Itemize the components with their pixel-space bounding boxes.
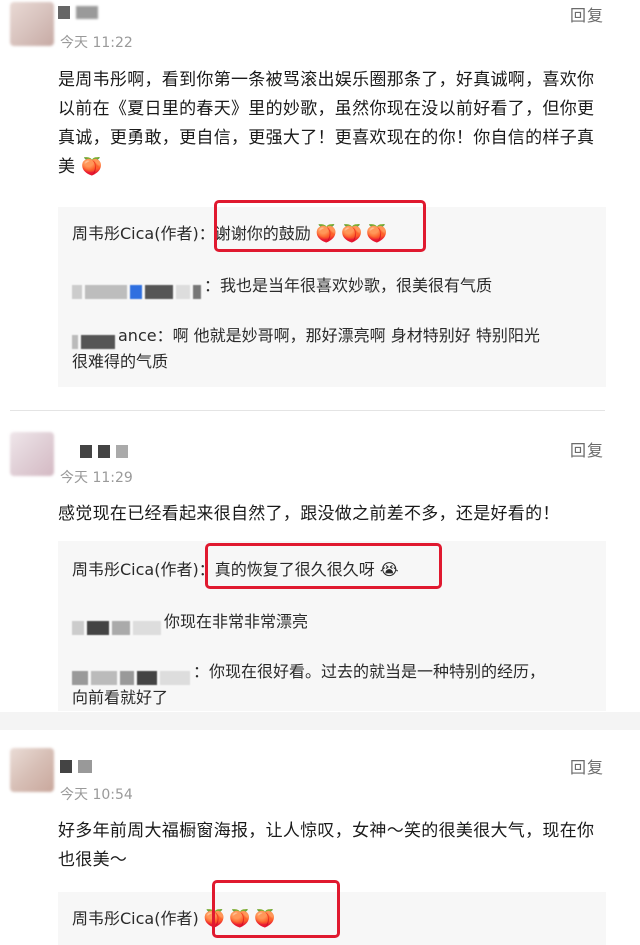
comment-time: 今天 11:29: [60, 470, 133, 486]
comment-text-line-tail: 美: [58, 157, 76, 177]
peach-emoji-icon: 🍑🍑🍑: [203, 909, 280, 929]
comment-text-line: 是周韦彤啊，看到你第一条被骂滚出娱乐圈那条了，好真诚啊，喜欢你: [58, 70, 595, 90]
comment-text: 好多年前周大福橱窗海报，让人惊叹，女神～笑的很美很大气，现在你 也很美～: [58, 817, 618, 875]
reply-author[interactable]: 周韦彤Cica(作者): [72, 224, 199, 243]
reply-text: 啊 他就是妙哥啊，那好漂亮啊 身材特别好 特别阳光: [172, 326, 540, 345]
divider: [10, 410, 605, 411]
reply-text: ：谢谢你的鼓励: [198, 224, 311, 243]
reply-author[interactable]: 周韦彤Cica(作者): [72, 560, 199, 579]
avatar[interactable]: [10, 432, 54, 476]
comment-text-line: 也很美～: [58, 850, 128, 870]
reply-text: 很难得的气质: [72, 352, 169, 371]
reply-separator: ：: [204, 276, 221, 295]
reply-separator: ance：: [118, 326, 173, 345]
reply-text: 向前看就好了: [72, 688, 169, 707]
reply-text: 你现在很好看。过去的就当是一种特别的经历，: [209, 662, 546, 681]
username-blurred[interactable]: [60, 760, 98, 774]
peach-emoji-icon: 🍑🍑🍑: [315, 224, 392, 244]
reply-thread: 周韦彤Cica(作者) 🍑🍑🍑: [58, 892, 606, 945]
peach-emoji-icon: 🍑: [81, 157, 103, 177]
reply-item[interactable]: 周韦彤Cica(作者) 🍑🍑🍑: [72, 906, 592, 932]
reply-item[interactable]: 你现在非常非常漂亮: [72, 609, 592, 635]
username-blurred[interactable]: [80, 445, 134, 459]
comment-time: 今天 10:54: [60, 787, 133, 803]
comment-text-line: 真诚，更勇敢，更自信，更强大了！更喜欢现在的你！你自信的样子真: [58, 128, 595, 148]
username-blurred[interactable]: [58, 6, 104, 20]
avatar[interactable]: [10, 748, 54, 792]
reply-item[interactable]: ：我也是当年很喜欢妙歌，很美很有气质: [72, 273, 592, 299]
comment-text: 感觉现在已经看起来很自然了，跟没做之前差不多，还是好看的！: [58, 504, 560, 524]
reply-separator: ：: [193, 662, 210, 681]
reply-button[interactable]: 回复: [570, 437, 604, 461]
comment-feed: 今天 11:22 回复 是周韦彤啊，看到你第一条被骂滚出娱乐圈那条了，好真诚啊，…: [0, 0, 640, 945]
reply-item[interactable]: 周韦彤Cica(作者)：谢谢你的鼓励 🍑🍑🍑: [72, 221, 592, 247]
avatar[interactable]: [10, 2, 54, 46]
crying-emoji-icon: 😭: [379, 560, 399, 579]
comment-time: 今天 11:22: [60, 35, 133, 51]
reply-button[interactable]: 回复: [570, 2, 604, 26]
reply-author-blurred[interactable]: [72, 329, 118, 349]
comment-text: 是周韦彤啊，看到你第一条被骂滚出娱乐圈那条了，好真诚啊，喜欢你 以前在《夏日里的…: [58, 66, 618, 182]
reply-author-blurred[interactable]: [72, 279, 204, 299]
reply-item[interactable]: ance：啊 他就是妙哥啊，那好漂亮啊 身材特别好 特别阳光 很难得的气质: [72, 323, 592, 375]
reply-thread: 周韦彤Cica(作者)：真的恢复了很久很久呀 😭 你现在非常非常漂亮 ：你现在很…: [58, 541, 606, 711]
reply-author-blurred[interactable]: [72, 615, 164, 635]
reply-author-blurred[interactable]: [72, 665, 193, 685]
reply-text: 我也是当年很喜欢妙歌，很美很有气质: [220, 276, 493, 295]
reply-author[interactable]: 周韦彤Cica(作者): [72, 909, 199, 928]
comment-text-line: 以前在《夏日里的春天》里的妙歌，虽然你现在没以前好看了，但你更: [58, 99, 595, 119]
reply-item[interactable]: ：你现在很好看。过去的就当是一种特别的经历， 向前看就好了: [72, 659, 592, 711]
reply-button[interactable]: 回复: [570, 754, 604, 778]
reply-text: ：真的恢复了很久很久呀: [198, 560, 375, 579]
comment-text-line: 好多年前周大福橱窗海报，让人惊叹，女神～笑的很美很大气，现在你: [58, 821, 595, 841]
reply-item[interactable]: 周韦彤Cica(作者)：真的恢复了很久很久呀 😭: [72, 557, 592, 583]
reply-text: 你现在非常非常漂亮: [164, 612, 309, 631]
comment-text-line: 美 🍑: [58, 153, 618, 182]
section-gap: [0, 712, 640, 730]
reply-thread: 周韦彤Cica(作者)：谢谢你的鼓励 🍑🍑🍑 ：我也是当年很喜欢妙歌，很美很有气…: [58, 207, 606, 387]
